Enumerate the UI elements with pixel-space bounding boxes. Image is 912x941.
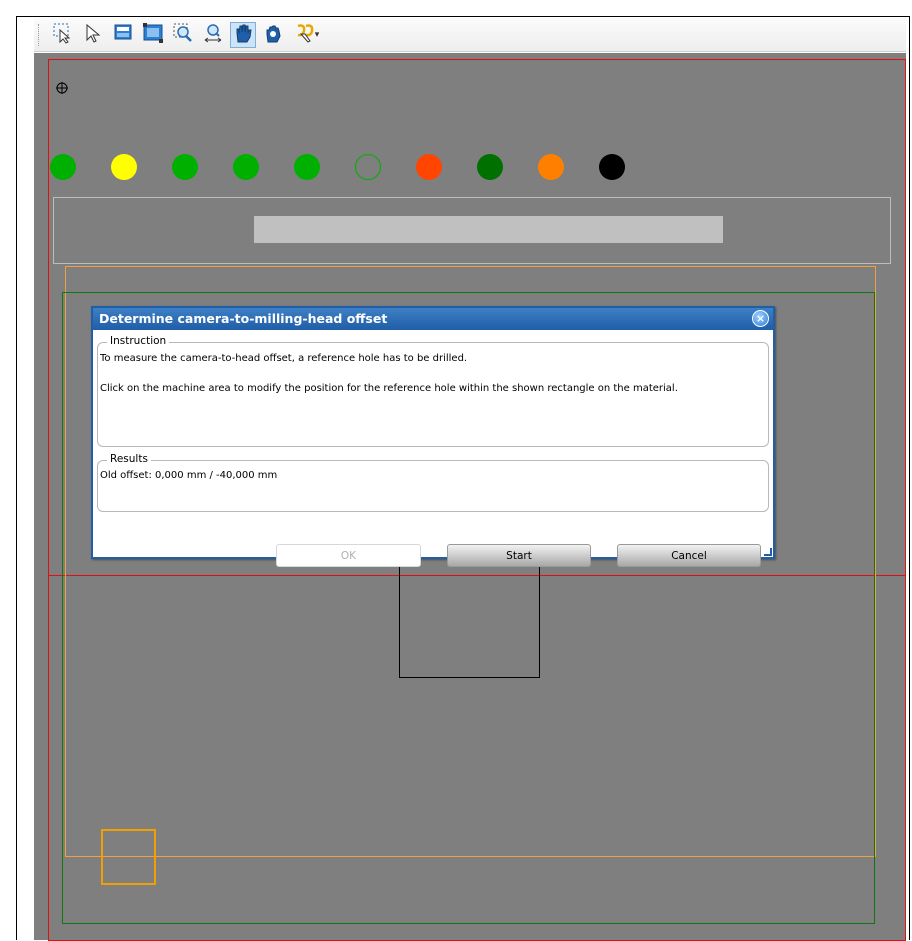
zoom-fit-icon [112, 22, 134, 48]
status-dot-2 [111, 154, 137, 180]
scissors-tool-icon [295, 22, 317, 48]
results-legend: Results [107, 453, 151, 465]
dialog-body: Instruction To measure the camera-to-hea… [93, 330, 773, 567]
start-button[interactable]: Start [447, 544, 591, 567]
status-dot-10 [599, 154, 625, 180]
progress-bar [254, 216, 723, 243]
toolbar: ▾ [34, 18, 906, 52]
rect-select-button[interactable] [50, 22, 76, 48]
toolbar-grip[interactable] [38, 23, 42, 46]
status-dot-3 [172, 154, 198, 180]
pointer-select-button[interactable] [80, 22, 106, 48]
pan-grab-icon [262, 22, 284, 48]
zoom-width-icon [202, 22, 224, 48]
results-text: Old offset: 0,000 mm / -40,000 mm [100, 470, 278, 481]
pan-hand-icon [232, 22, 254, 48]
zoom-width-button[interactable] [200, 22, 226, 48]
status-dot-7 [416, 154, 442, 180]
status-dot-8 [477, 154, 503, 180]
status-dot-1 [50, 154, 76, 180]
close-button[interactable]: × [752, 310, 769, 327]
pointer-select-icon [82, 22, 104, 48]
dialog-title-bar[interactable]: Determine camera-to-milling-head offset … [93, 308, 773, 330]
instruction-line-1: To measure the camera-to-head offset, a … [100, 353, 468, 364]
zoom-fit-button[interactable] [110, 22, 136, 48]
origin-crosshair-icon [56, 79, 68, 94]
pan-hand-button[interactable] [230, 21, 256, 48]
zoom-page-icon [142, 22, 164, 48]
dialog-title: Determine camera-to-milling-head offset [99, 311, 388, 326]
rect-select-icon [52, 22, 74, 48]
zoom-window-button[interactable] [170, 22, 196, 48]
instruction-line-2: Click on the machine area to modify the … [100, 383, 678, 394]
status-dot-4 [233, 154, 259, 180]
zoom-window-icon [172, 22, 194, 48]
scissors-tool-button[interactable]: ▾ [290, 22, 324, 48]
instruction-legend: Instruction [107, 335, 170, 347]
chevron-down-icon: ▾ [314, 29, 320, 40]
zoom-page-button[interactable] [140, 22, 166, 48]
pan-grab-button[interactable] [260, 22, 286, 48]
offset-dialog: Determine camera-to-milling-head offset … [91, 306, 775, 567]
status-dot-9 [538, 154, 564, 180]
ok-button[interactable]: OK [276, 544, 421, 567]
status-dot-6 [355, 154, 381, 180]
results-group: Results Old offset: 0,000 mm / -40,000 m… [97, 453, 769, 512]
cancel-button[interactable]: Cancel [617, 544, 761, 567]
status-dot-5 [294, 154, 320, 180]
instruction-group: Instruction To measure the camera-to-hea… [97, 335, 769, 447]
resize-grip[interactable] [764, 548, 772, 556]
camera-position-marker [101, 829, 156, 885]
